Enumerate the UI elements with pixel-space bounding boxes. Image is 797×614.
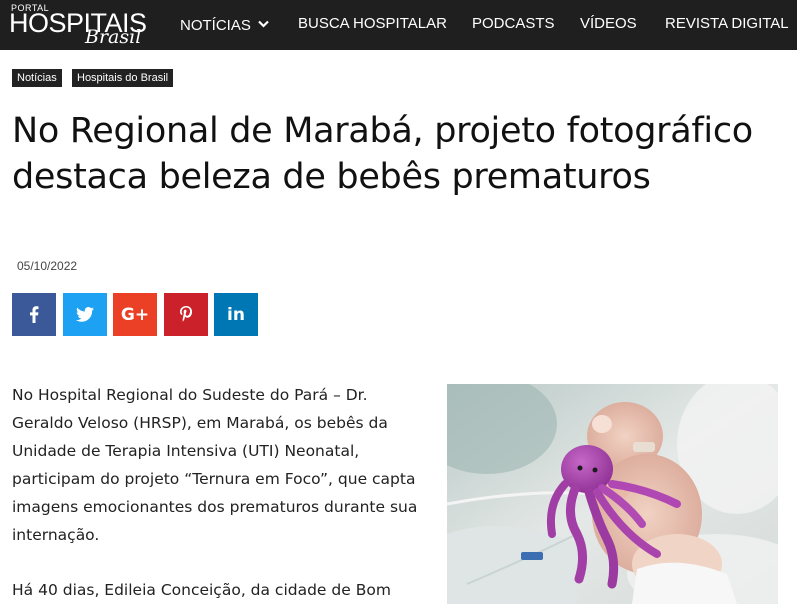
twitter-icon (76, 307, 94, 322)
chevron-down-icon (258, 15, 269, 32)
pinterest-icon (180, 306, 192, 323)
share-pinterest-button[interactable] (164, 293, 208, 336)
article-body: No Hospital Regional do Sudeste do Pará … (12, 381, 427, 614)
logo-sub-text: Brasil (85, 26, 142, 48)
article-photo (447, 384, 778, 604)
article-paragraph: Há 40 dias, Edileia Conceição, da cidade… (12, 581, 391, 599)
nav-item-videos[interactable]: VÍDEOS (580, 15, 637, 32)
linkedin-icon: in (227, 304, 245, 325)
article-date: 05/10/2022 (17, 259, 78, 273)
nav-item-label: VÍDEOS (580, 15, 637, 32)
nav-item-revista-digital[interactable]: REVISTA DIGITAL (665, 15, 789, 32)
top-navigation-bar: PORTAL HOSPITAIS Brasil NOTÍCIAS BUSCA H… (0, 0, 797, 50)
clipped-breadcrumb-strip (0, 50, 797, 56)
google-plus-icon: G+ (120, 304, 150, 325)
nav-item-label: REVISTA DIGITAL (665, 15, 789, 32)
site-logo[interactable]: PORTAL HOSPITAIS Brasil (9, 2, 159, 48)
nav-item-label: BUSCA HOSPITALAR (298, 15, 447, 32)
facebook-icon (29, 306, 39, 323)
share-facebook-button[interactable] (12, 293, 56, 336)
share-twitter-button[interactable] (63, 293, 107, 336)
share-linkedin-button[interactable]: in (214, 293, 258, 336)
share-google-plus-button[interactable]: G+ (113, 293, 157, 336)
article-paragraph: No Hospital Regional do Sudeste do Pará … (12, 386, 418, 544)
nav-item-label: NOTÍCIAS (180, 17, 251, 34)
tag-noticias[interactable]: Notícias (12, 69, 62, 87)
article-title: No Regional de Marabá, projeto fotográfi… (12, 111, 753, 197)
nav-item-busca-hospitalar[interactable]: BUSCA HOSPITALAR (298, 15, 447, 32)
baby-photo-illustration (447, 384, 778, 604)
nav-item-podcasts[interactable]: PODCASTS (472, 15, 555, 32)
tag-hospitais-do-brasil[interactable]: Hospitais do Brasil (72, 69, 174, 87)
nav-item-label: PODCASTS (472, 15, 555, 32)
nav-item-noticias[interactable]: NOTÍCIAS (180, 15, 269, 34)
